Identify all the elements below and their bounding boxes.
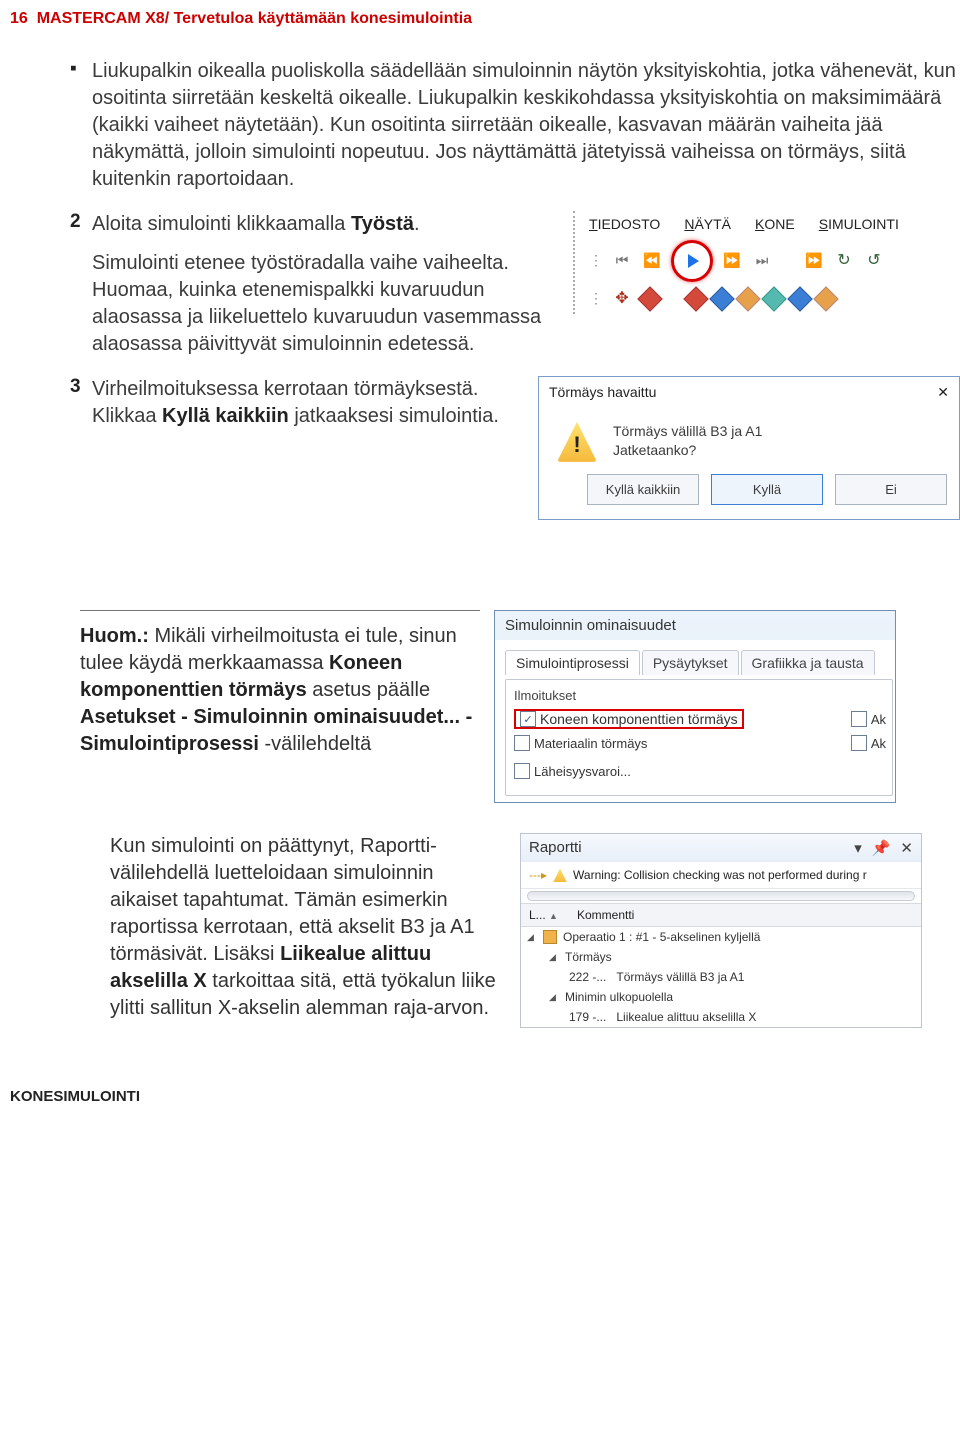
checkbox-machine-collision[interactable] (520, 711, 536, 727)
checkbox-proximity[interactable] (514, 763, 530, 779)
footer: KONESIMULOINTI (10, 1088, 960, 1105)
table-row[interactable]: ◢ Minimin ulkopuolella (521, 987, 921, 1007)
highlight-box: Koneen komponenttien törmäys (514, 709, 744, 729)
rewind-start-icon[interactable]: ⏮ (611, 250, 633, 272)
toolbar-grip-icon: ⋮ (589, 289, 603, 308)
view-cube-icon[interactable] (683, 286, 708, 311)
scrollbar[interactable] (527, 891, 915, 901)
page-number: 16 (10, 10, 28, 27)
dialog-message: Törmäys välillä B3 ja A1 Jatketaanko? (613, 422, 762, 460)
bullet-marker: ▪ (70, 58, 92, 193)
properties-panel: Simuloinnin ominaisuudet Simulointiprose… (494, 610, 896, 803)
play-icon (688, 254, 699, 268)
warning-text: Warning: Collision checking was not perf… (573, 868, 867, 882)
header-title: MASTERCAM X8/ Tervetuloa käyttämään kone… (37, 10, 472, 27)
step-3-text: Virheilmoituksessa kerrotaan törmäyksest… (92, 376, 520, 430)
dash-icon: ---▸ (529, 868, 547, 882)
view-cube-icon[interactable] (787, 286, 812, 311)
report-panel: Raportti ▾ 📌 ✕ ---▸ Warning: Collision c… (520, 833, 922, 1028)
menu-simulation[interactable]: SIMULOINTI (819, 215, 899, 234)
tab-stops[interactable]: Pysäytykset (642, 650, 739, 675)
close-icon[interactable]: ✕ (937, 383, 949, 402)
step-2-text: Aloita simulointi klikkaamalla Työstä. (92, 211, 555, 238)
forward-end-icon[interactable]: ⏭ (751, 250, 773, 272)
dropdown-icon[interactable]: ▾ (854, 839, 862, 857)
menu-file[interactable]: TTIEDOSTOIEDOSTO (589, 215, 660, 234)
checkbox-label: Materiaalin törmäys (534, 736, 647, 751)
checkbox-material-collision[interactable] (514, 735, 530, 751)
table-row[interactable]: ◢ Operaatio 1 : #1 - 5-akselinen kyljell… (521, 927, 921, 947)
note-text: Huom.: Mikäli virheilmoitusta ei tule, s… (80, 610, 480, 758)
yes-button[interactable]: Kyllä (711, 474, 823, 506)
rewind-icon[interactable]: ⏪ (641, 250, 663, 272)
pin-icon[interactable]: 📌 (872, 839, 891, 857)
collision-dialog: Törmäys havaittu ✕ Törmäys välillä B3 ja… (538, 376, 960, 520)
page-header: 16 MASTERCAM X8/ Tervetuloa käyttämään k… (10, 10, 960, 28)
yes-to-all-button[interactable]: Kyllä kaikkiin (587, 474, 699, 506)
checkbox-label: Läheisyysvaroi... (534, 764, 631, 779)
forward-icon[interactable]: ⏩ (721, 250, 743, 272)
play-button[interactable] (671, 240, 713, 282)
operation-icon (543, 930, 557, 944)
tab-simulation-process[interactable]: Simulointiprosessi (505, 650, 640, 675)
step-2-number: 2 (70, 211, 92, 358)
view-cube-icon[interactable] (761, 286, 786, 311)
view-cube-icon[interactable] (813, 286, 838, 311)
checkbox-ak1[interactable] (851, 711, 867, 727)
dialog-title: Törmäys havaittu (549, 383, 656, 402)
simulation-toolbar: TTIEDOSTOIEDOSTO NÄYTÄ KONE SIMULOINTI ⋮… (573, 211, 960, 314)
column-l[interactable]: L... ▲ (529, 908, 569, 922)
bullet-1-text: Liukupalkin oikealla puoliskolla säädell… (92, 58, 960, 193)
warning-icon (557, 422, 597, 462)
no-button[interactable]: Ei (835, 474, 947, 506)
step-3-number: 3 (70, 376, 92, 520)
refresh-icon[interactable]: ↻ (833, 250, 855, 272)
fast-forward-icon[interactable]: ⏩ (803, 250, 825, 272)
view-cube-icon[interactable] (637, 286, 662, 311)
checkbox-ak2[interactable] (851, 735, 867, 751)
disclosure-icon[interactable]: ◢ (549, 952, 559, 963)
properties-title: Simuloinnin ominaisuudet (495, 611, 895, 640)
table-row[interactable]: 179 -... Liikealue alittuu akselilla X (521, 1007, 921, 1027)
warning-icon (553, 868, 567, 882)
table-row[interactable]: ◢ Törmäys (521, 947, 921, 967)
menu-machine[interactable]: KONE (755, 215, 795, 234)
checkbox-label: Koneen komponenttien törmäys (540, 711, 738, 727)
menu-view[interactable]: NÄYTÄ (684, 215, 731, 234)
loop-icon[interactable]: ↺ (863, 250, 885, 272)
disclosure-icon[interactable]: ◢ (549, 992, 559, 1003)
report-panel-title: Raportti (529, 839, 582, 857)
disclosure-icon[interactable]: ◢ (527, 932, 537, 943)
column-comment[interactable]: Kommentti (577, 908, 634, 922)
view-cube-icon[interactable] (709, 286, 734, 311)
table-row[interactable]: 222 -... Törmäys välillä B3 ja A1 (521, 967, 921, 987)
toolbar-grip-icon: ⋮ (589, 251, 603, 270)
group-title: Ilmoitukset (514, 688, 886, 703)
view-cube-icon[interactable] (735, 286, 760, 311)
report-description: Kun simulointi on päättynyt, Raportti-vä… (110, 833, 500, 1022)
close-icon[interactable]: ✕ (900, 839, 913, 857)
tab-graphics[interactable]: Grafiikka ja tausta (741, 650, 875, 675)
step-2-paragraph-2: Simulointi etenee työstöradalla vaihe va… (92, 250, 555, 358)
expand-icon[interactable]: ✥ (611, 288, 633, 310)
